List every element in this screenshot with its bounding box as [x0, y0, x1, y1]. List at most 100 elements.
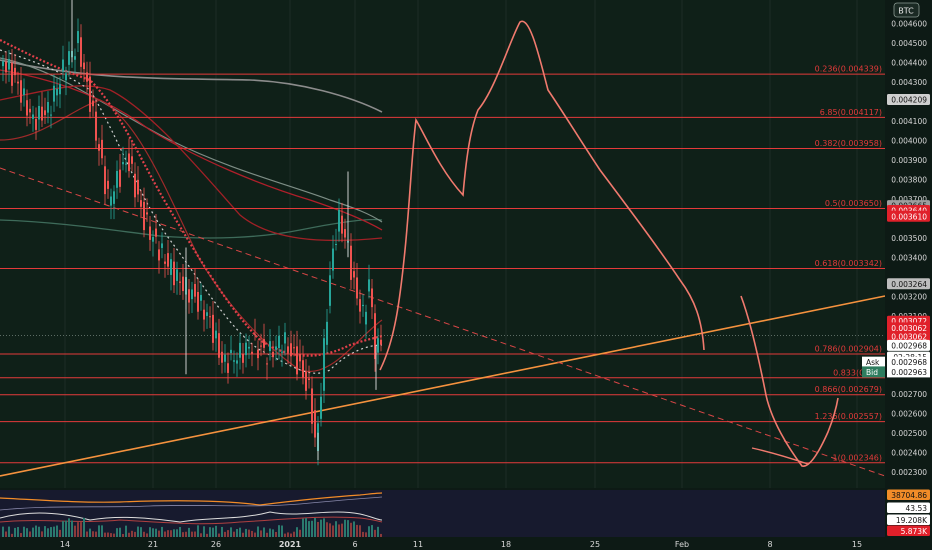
volume-bar — [104, 532, 106, 537]
candle-body — [353, 271, 355, 278]
fib-level-label: 0.5(0.003650) — [825, 199, 882, 208]
candle-body — [275, 346, 277, 350]
candle-body — [47, 101, 49, 113]
volume-bar — [128, 532, 130, 537]
indicator-tag-label: 19.208K — [896, 516, 928, 525]
candle-body — [80, 37, 82, 67]
volume-bar — [275, 531, 277, 537]
y-tick-label: 0.003400 — [891, 253, 927, 262]
volume-bar — [374, 529, 376, 537]
volume-bar — [32, 527, 34, 537]
y-tick-label: 0.004000 — [891, 136, 927, 145]
candle-body — [89, 76, 91, 112]
volume-bar — [131, 530, 133, 537]
candle-body — [206, 312, 208, 316]
candle-body — [101, 139, 103, 159]
candle-body — [341, 215, 343, 234]
candle-body — [293, 347, 295, 349]
price-chart[interactable]: 0.236(0.004339) 6.85(0.004117) 0.382(0.003… — [0, 0, 932, 550]
candle-body — [233, 360, 235, 362]
candle-body — [329, 275, 331, 306]
volume-bar — [53, 526, 55, 537]
price-tag-label: 0.003610 — [891, 212, 927, 221]
candle-body — [305, 371, 307, 391]
x-tick-label: 2021 — [279, 540, 302, 549]
volume-bar — [314, 518, 316, 537]
candle-body — [281, 351, 283, 353]
volume-bar — [65, 520, 67, 537]
candle-body — [119, 169, 121, 187]
volume-bar — [137, 526, 139, 537]
volume-bar — [59, 529, 61, 537]
volume-bar — [215, 525, 217, 537]
volume-bar — [5, 531, 7, 537]
price-pane — [0, 0, 885, 488]
volume-bar — [68, 518, 70, 537]
candle-body — [380, 339, 382, 345]
y-tick-label: 0.002300 — [891, 468, 927, 477]
volume-bar — [341, 523, 343, 537]
y-tick-label: 0.002400 — [891, 448, 927, 457]
x-tick-label: 18 — [501, 540, 511, 549]
volume-bar — [125, 525, 127, 537]
volume-bar — [329, 523, 331, 537]
x-tick-label: 25 — [590, 540, 600, 549]
candle-body — [248, 346, 250, 349]
volume-bar — [320, 519, 322, 537]
y-tick-label: 0.004600 — [891, 19, 927, 28]
volume-bar — [56, 525, 58, 537]
x-tick-label: 15 — [852, 540, 862, 549]
candle-body — [212, 314, 214, 343]
candle-body — [272, 351, 274, 358]
volume-bar — [323, 518, 325, 537]
volume-bar — [311, 520, 313, 537]
price-tag-label: 0.003264 — [891, 280, 927, 289]
volume-bar — [278, 525, 280, 537]
candle-body — [98, 144, 100, 151]
fib-level-label: 0.236(0.004339) — [815, 65, 882, 74]
volume-bar — [368, 526, 370, 537]
candle-body — [323, 338, 325, 391]
candle-body — [191, 289, 193, 300]
candle-body — [38, 105, 40, 120]
candle-body — [149, 226, 151, 240]
x-tick-label: 14 — [60, 540, 70, 549]
volume-bar — [23, 526, 25, 537]
candle-body — [269, 341, 271, 352]
volume-bar — [101, 525, 103, 537]
candle-body — [11, 62, 13, 86]
candle-body — [176, 269, 178, 281]
volume-bar — [248, 529, 250, 537]
candle-body — [95, 111, 97, 141]
y-tick-label: 0.003200 — [891, 292, 927, 301]
price-tag-label: 0.002968 — [891, 341, 927, 350]
candle-body — [173, 261, 175, 286]
candle-body — [143, 201, 145, 231]
y-tick-label: 0.003900 — [891, 156, 927, 165]
candle-body — [236, 360, 238, 364]
candle-body — [110, 196, 112, 206]
volume-bar — [62, 521, 64, 537]
volume-bar — [116, 528, 118, 537]
candle-body — [122, 162, 124, 165]
volume-bar — [344, 519, 346, 537]
candle-body — [128, 153, 130, 172]
volume-bar — [140, 527, 142, 537]
candle-body — [266, 363, 268, 365]
volume-bar — [170, 530, 172, 537]
candle-body — [182, 276, 184, 292]
volume-bar — [122, 533, 124, 537]
time-axis[interactable] — [0, 537, 885, 550]
candle-body — [86, 72, 88, 82]
volume-bar — [71, 520, 73, 537]
candle-body — [56, 88, 58, 96]
volume-bar — [17, 527, 19, 537]
y-tick-label: 0.003500 — [891, 234, 927, 243]
indicator-tag-label: 38704.86 — [891, 491, 927, 500]
candle-body — [332, 248, 334, 271]
volume-bar — [197, 525, 199, 537]
volume-bar — [260, 530, 262, 537]
candle-body — [188, 289, 190, 303]
candle-body — [62, 59, 64, 72]
volume-bar — [182, 532, 184, 537]
